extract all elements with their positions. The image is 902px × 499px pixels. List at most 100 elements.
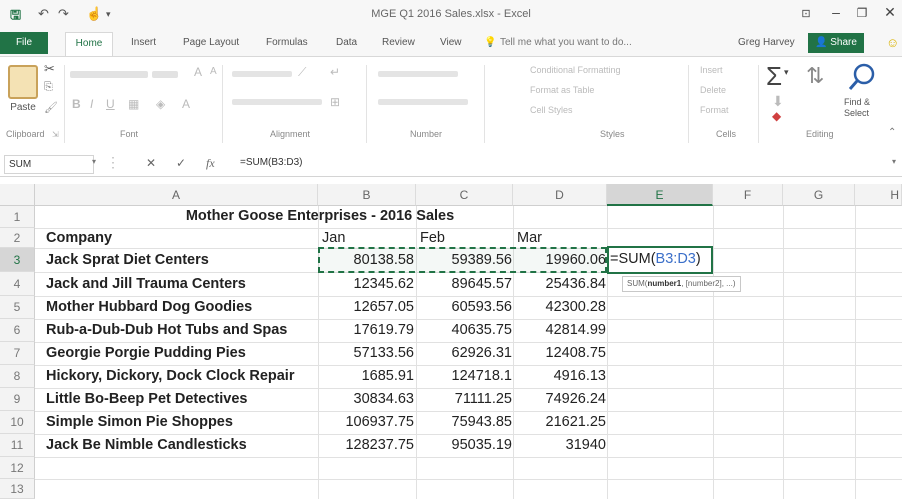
clipboard-launcher-icon[interactable]: ⇲ bbox=[52, 130, 59, 139]
company-cell[interactable]: Jack Sprat Diet Centers bbox=[46, 252, 209, 268]
row-header-5[interactable]: 5 bbox=[0, 296, 35, 319]
row-header-9[interactable]: 9 bbox=[0, 388, 35, 411]
mar-cell[interactable]: 12408.75 bbox=[513, 345, 606, 361]
copy-icon[interactable]: ⎘ bbox=[44, 81, 53, 94]
row-header-6[interactable]: 6 bbox=[0, 319, 35, 342]
tell-me-box[interactable]: Tell me what you want to do... bbox=[500, 37, 632, 48]
tab-home[interactable]: Home bbox=[65, 32, 113, 56]
paste-button[interactable]: Paste bbox=[6, 61, 40, 113]
company-cell[interactable]: Jack Be Nimble Candlesticks bbox=[46, 437, 247, 453]
sort-filter-icon[interactable]: ⇅ bbox=[806, 63, 824, 89]
company-cell[interactable]: Jack and Jill Trauma Centers bbox=[46, 276, 246, 292]
tab-insert[interactable]: Insert bbox=[131, 37, 156, 48]
restore-button[interactable]: ❐ bbox=[852, 6, 872, 20]
increase-font-icon[interactable]: A bbox=[194, 65, 202, 79]
feb-cell[interactable]: 59389.56 bbox=[416, 252, 512, 268]
jan-cell[interactable]: 106937.75 bbox=[318, 414, 414, 430]
tab-file[interactable]: File bbox=[0, 32, 48, 54]
company-cell[interactable]: Mother Hubbard Dog Goodies bbox=[46, 299, 252, 315]
jan-cell[interactable]: 57133.56 bbox=[318, 345, 414, 361]
row-header-3[interactable]: 3 bbox=[0, 248, 35, 272]
insert-function-icon[interactable]: fx bbox=[206, 156, 215, 171]
feb-cell[interactable]: 75943.85 bbox=[416, 414, 512, 430]
font-size-dropdown[interactable] bbox=[152, 71, 178, 78]
cut-icon[interactable]: ✂ bbox=[44, 61, 55, 77]
bold-icon[interactable]: B bbox=[72, 97, 81, 111]
row-header-7[interactable]: 7 bbox=[0, 342, 35, 365]
feb-cell[interactable]: 40635.75 bbox=[416, 322, 512, 338]
feb-cell[interactable]: 124718.1 bbox=[416, 368, 512, 384]
company-cell[interactable]: Little Bo-Beep Pet Detectives bbox=[46, 391, 247, 407]
column-header-f[interactable]: F bbox=[713, 184, 783, 206]
borders-icon[interactable]: ▦ bbox=[128, 97, 139, 111]
column-header-b[interactable]: B bbox=[318, 184, 416, 206]
font-name-dropdown[interactable] bbox=[70, 71, 148, 78]
feb-cell[interactable]: 71111.25 bbox=[416, 391, 512, 407]
row-header-8[interactable]: 8 bbox=[0, 365, 35, 388]
smiley-icon[interactable]: ☺ bbox=[886, 35, 899, 50]
clear-icon[interactable]: ◆ bbox=[772, 109, 781, 123]
format-painter-icon[interactable]: 🖌 bbox=[44, 101, 58, 114]
user-name[interactable]: Greg Harvey bbox=[738, 37, 795, 48]
company-cell[interactable]: Hickory, Dickory, Dock Clock Repair bbox=[46, 368, 294, 384]
tab-review[interactable]: Review bbox=[382, 37, 415, 48]
column-header-c[interactable]: C bbox=[416, 184, 513, 206]
underline-icon[interactable]: U bbox=[106, 97, 115, 111]
company-cell[interactable]: Rub-a-Dub-Dub Hot Tubs and Spas bbox=[46, 322, 287, 338]
row-header-4[interactable]: 4 bbox=[0, 272, 35, 296]
jan-cell[interactable]: 1685.91 bbox=[318, 368, 414, 384]
mar-cell[interactable]: 21621.25 bbox=[513, 414, 606, 430]
autosum-icon[interactable]: Σ bbox=[766, 61, 782, 92]
jan-cell[interactable]: 12345.62 bbox=[318, 276, 414, 292]
sheet-title[interactable]: Mother Goose Enterprises - 2016 Sales bbox=[40, 208, 600, 224]
column-header-g[interactable]: G bbox=[783, 184, 855, 206]
jan-cell[interactable]: 17619.79 bbox=[318, 322, 414, 338]
cancel-icon[interactable]: ✕ bbox=[146, 156, 156, 170]
jan-cell[interactable]: 12657.05 bbox=[318, 299, 414, 315]
italic-icon[interactable]: I bbox=[90, 97, 93, 111]
column-header-a[interactable]: A bbox=[35, 184, 318, 206]
format-cells-button[interactable]: Format bbox=[700, 105, 729, 115]
tab-data[interactable]: Data bbox=[336, 37, 357, 48]
cell-styles-button[interactable]: Cell Styles bbox=[530, 105, 573, 115]
feb-cell[interactable]: 60593.56 bbox=[416, 299, 512, 315]
formula-input[interactable]: =SUM(B3:D3) bbox=[240, 157, 303, 168]
tab-formulas[interactable]: Formulas bbox=[266, 37, 308, 48]
select-all-button[interactable] bbox=[0, 184, 35, 206]
feb-cell[interactable]: 62926.31 bbox=[416, 345, 512, 361]
column-header-h[interactable]: H bbox=[855, 184, 902, 206]
company-cell[interactable]: Georgie Porgie Pudding Pies bbox=[46, 345, 246, 361]
tab-view[interactable]: View bbox=[440, 37, 462, 48]
header-feb[interactable]: Feb bbox=[420, 230, 445, 246]
mar-cell[interactable]: 4916.13 bbox=[513, 368, 606, 384]
align-buttons[interactable] bbox=[232, 99, 322, 105]
row-header-2[interactable]: 2 bbox=[0, 228, 35, 248]
company-cell[interactable]: Simple Simon Pie Shoppes bbox=[46, 414, 233, 430]
mar-cell[interactable]: 31940 bbox=[513, 437, 606, 453]
column-header-d[interactable]: D bbox=[513, 184, 607, 206]
feb-cell[interactable]: 89645.57 bbox=[416, 276, 512, 292]
find-select-button[interactable] bbox=[846, 61, 880, 95]
ribbon-display-options-icon[interactable]: ⊡ bbox=[796, 7, 816, 20]
mar-cell[interactable]: 19960.06 bbox=[513, 252, 606, 268]
mar-cell[interactable]: 42300.28 bbox=[513, 299, 606, 315]
row-header-12[interactable]: 12 bbox=[0, 457, 35, 479]
insert-cells-button[interactable]: Insert bbox=[700, 65, 723, 75]
feb-cell[interactable]: 95035.19 bbox=[416, 437, 512, 453]
header-mar[interactable]: Mar bbox=[517, 230, 542, 246]
wrap-text-icon[interactable]: ↵ bbox=[330, 65, 340, 79]
name-box[interactable]: SUM bbox=[4, 155, 94, 174]
mar-cell[interactable]: 25436.84 bbox=[513, 276, 606, 292]
autosum-dropdown-icon[interactable]: ▾ bbox=[784, 67, 789, 78]
mar-cell[interactable]: 74926.24 bbox=[513, 391, 606, 407]
cell-formula-edit[interactable]: =SUM(B3:D3) bbox=[610, 251, 701, 267]
share-button[interactable]: 👤 Share bbox=[808, 33, 864, 53]
merge-center-icon[interactable]: ⊞ bbox=[330, 95, 340, 109]
row-header-13[interactable]: 13 bbox=[0, 479, 35, 499]
minimize-button[interactable]: – bbox=[826, 4, 846, 20]
header-company[interactable]: Company bbox=[46, 230, 112, 246]
row-header-11[interactable]: 11 bbox=[0, 434, 35, 457]
font-color-icon[interactable]: A bbox=[182, 97, 190, 111]
fill-color-icon[interactable]: ◈ bbox=[156, 97, 165, 111]
close-button[interactable]: ✕ bbox=[880, 4, 900, 21]
